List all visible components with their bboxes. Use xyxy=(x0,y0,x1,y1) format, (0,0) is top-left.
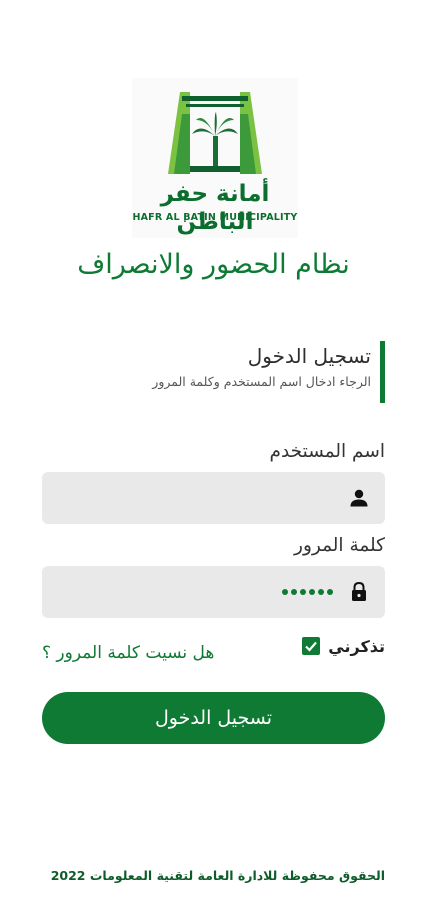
password-dot xyxy=(282,589,288,595)
login-subtitle: الرجاء ادخال اسم المستخدم وكلمة المرور xyxy=(152,374,371,389)
forgot-password-link[interactable]: هل نسيت كلمة المرور ؟ xyxy=(42,640,214,666)
password-dot xyxy=(309,589,315,595)
copyright-footer: الحقوق محفوظة للادارة العامة لتقنية المع… xyxy=(50,868,385,883)
check-icon xyxy=(305,641,318,652)
login-header: تسجيل الدخول الرجاء ادخال اسم المستخدم و… xyxy=(42,341,385,403)
municipality-logo: أمانة حفر الباطن HAFR AL BATIN MUNICIPAL… xyxy=(132,78,298,238)
username-input[interactable] xyxy=(54,472,333,524)
password-dot xyxy=(300,589,306,595)
password-dot xyxy=(318,589,324,595)
password-field[interactable] xyxy=(42,566,385,618)
login-screen: أمانة حفر الباطن HAFR AL BATIN MUNICIPAL… xyxy=(0,0,427,900)
logo-english-name: HAFR AL BATIN MUNICIPALITY xyxy=(132,212,298,223)
lock-icon xyxy=(347,580,371,604)
remember-me-label: تذكرني xyxy=(328,636,385,656)
person-icon xyxy=(347,486,371,510)
password-label: كلمة المرور xyxy=(294,535,385,556)
remember-me[interactable]: تذكرني xyxy=(302,632,385,660)
password-dot xyxy=(327,589,333,595)
username-label: اسم المستخدم xyxy=(269,441,386,462)
login-heading: تسجيل الدخول xyxy=(247,344,371,368)
username-field[interactable] xyxy=(42,472,385,524)
app-title: نظام الحضور والانصراف xyxy=(77,249,350,280)
login-button[interactable]: تسجيل الدخول xyxy=(42,692,385,744)
logo-emblem-icon xyxy=(168,92,262,174)
password-masked-value[interactable] xyxy=(282,580,333,604)
remember-me-checkbox[interactable] xyxy=(302,637,321,655)
password-dot xyxy=(291,589,297,595)
logo-arabic-name: أمانة حفر الباطن xyxy=(160,181,270,235)
